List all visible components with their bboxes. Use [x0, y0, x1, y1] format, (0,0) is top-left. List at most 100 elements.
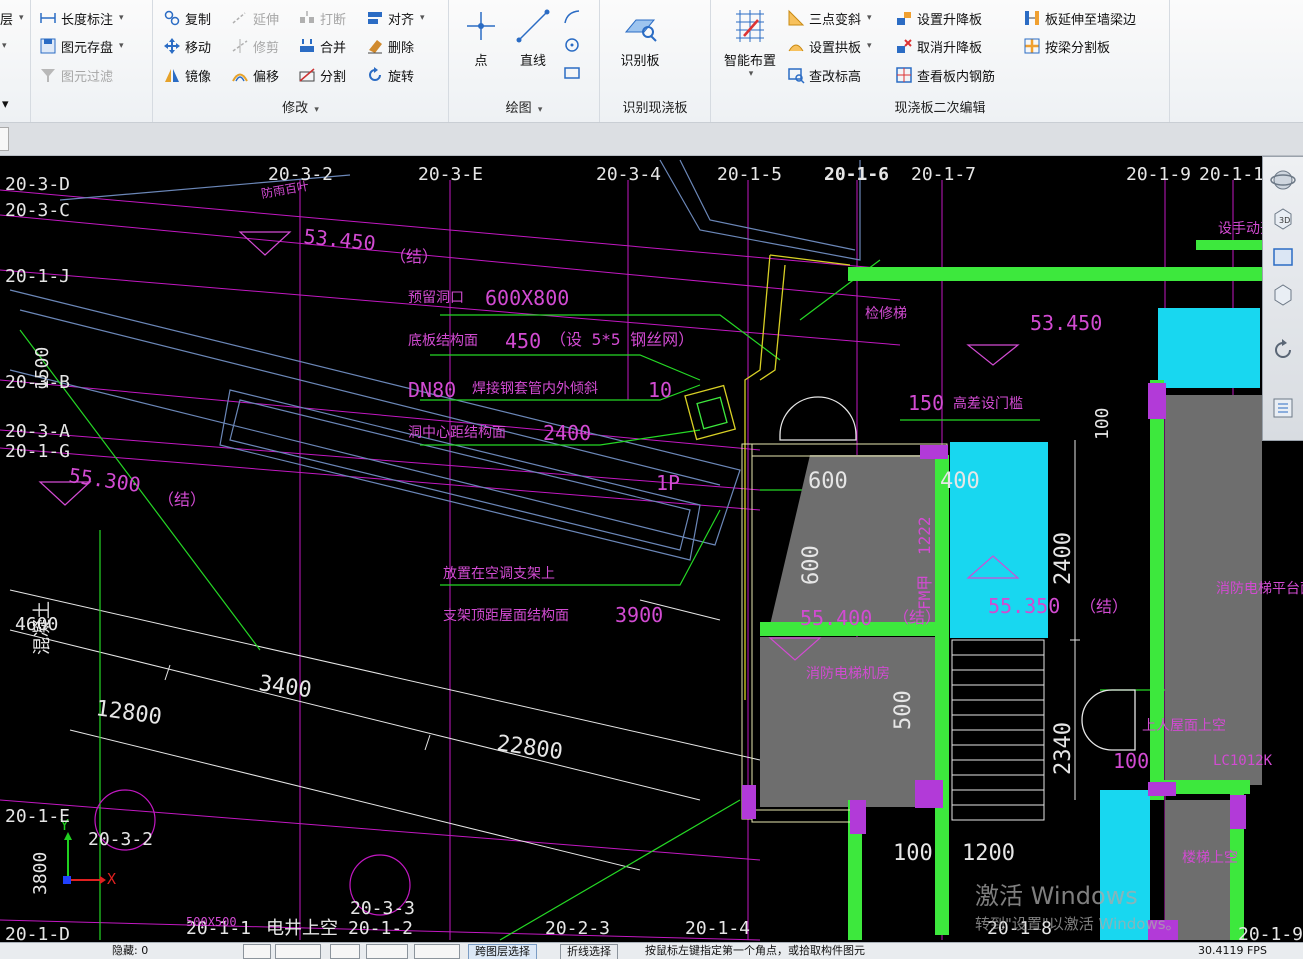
dimension-label: 600X800 [485, 286, 569, 310]
rectangle-button[interactable] [563, 61, 581, 85]
circle-button[interactable] [563, 33, 581, 57]
layer-button[interactable]: 层 ▾ [0, 6, 24, 30]
copy-button[interactable]: 复制 [163, 6, 211, 30]
merge-icon [298, 37, 316, 55]
axis-label-left: 20-1-J [5, 266, 70, 287]
element-save-button[interactable]: 图元存盘 ▾ [39, 34, 124, 58]
arch-slab-icon [787, 37, 805, 55]
status-toggle-5[interactable] [414, 944, 460, 959]
status-bar: 隐藏: 0 跨图层选择 折线选择 按鼠标左键指定第一个角点，或拾取构件图元 30… [0, 942, 1303, 959]
set-raise-slab-button[interactable]: 设置升降板 [895, 6, 982, 30]
partial-group-expand[interactable]: ▾ [2, 92, 9, 116]
split-label: 分割 [320, 69, 347, 85]
axis-label-top: 20-3-E [418, 164, 483, 185]
elevation-label: 55.350 [988, 594, 1060, 618]
extend-button[interactable]: 延伸 [231, 6, 279, 30]
orbit-button[interactable] [1267, 167, 1299, 197]
move-button[interactable]: 移动 [163, 34, 211, 58]
top-view-button[interactable] [1267, 243, 1299, 273]
cross-layer-select-toggle[interactable]: 跨图层选择 [468, 944, 537, 959]
circle-icon [563, 36, 581, 54]
axis-tag-text: 20-3-2 [88, 829, 153, 850]
room-label: 消防电梯机房 [806, 666, 890, 682]
merge-button[interactable]: 合并 [298, 34, 346, 58]
cancel-raise-slab-button[interactable]: 取消升降板 [895, 34, 982, 58]
set-arch-slab-button[interactable]: 设置拱板 ▾ [787, 34, 872, 58]
element-filter-button[interactable]: 图元过滤 [39, 63, 113, 87]
dimension-label: 3900 [615, 603, 663, 627]
plan-view-icon [1270, 243, 1296, 273]
note-label: 放置在空调支架上 [443, 566, 555, 582]
axis-label-top: 20-3-4 [596, 164, 661, 185]
extend-slab-to-wall-button[interactable]: 板延伸至墙梁边 [1023, 6, 1136, 30]
draw-group-title[interactable]: 绘图 ▾ [449, 97, 599, 116]
line-button[interactable]: 直线 [511, 6, 555, 69]
smart-layout-button[interactable]: 智能布置 ▾ [715, 6, 785, 79]
trim-icon [231, 37, 249, 55]
door-label: FM甲 [915, 575, 934, 610]
view-settings-button[interactable] [1267, 395, 1299, 425]
note-label: 1P [656, 471, 680, 495]
cad-drawing-canvas[interactable]: X Y 20-3-2 20-3-E 20-3-4 20-1-5 20-1-6 2… [0, 156, 1303, 942]
line-icon [513, 6, 553, 46]
break-button[interactable]: 打断 [298, 6, 346, 30]
note-label: LC1012K [1213, 753, 1273, 769]
delete-button[interactable]: 删除 [366, 34, 414, 58]
break-icon [298, 9, 316, 27]
offset-button[interactable]: 偏移 [231, 63, 279, 87]
trim-button[interactable]: 修剪 [231, 34, 279, 58]
raise-slab-icon [895, 9, 913, 27]
dimension-label: 1500 [32, 347, 53, 390]
dimension-label: 600 [799, 545, 824, 585]
axis-label-top: 20-1-1 [1199, 164, 1264, 185]
axis-label-bottom: 20-1-8 [987, 918, 1052, 939]
align-button[interactable]: 对齐 ▾ [366, 6, 425, 30]
rotate-view-button[interactable] [1267, 337, 1299, 367]
note-label: 高差设门槛 [953, 395, 1023, 412]
panel-collapse-tab[interactable] [0, 127, 9, 151]
split-button[interactable]: 分割 [298, 63, 346, 87]
delete-label: 删除 [388, 40, 415, 56]
smart-layout-label: 智能布置 [723, 54, 776, 69]
status-toggle-4[interactable] [366, 944, 408, 959]
status-toggle-3[interactable] [330, 944, 360, 959]
recognize-slab-button[interactable]: 识别板 [608, 6, 672, 69]
cad-drawing-svg[interactable]: X Y 20-3-2 20-3-E 20-3-4 20-1-5 20-1-6 2… [0, 156, 1303, 942]
check-elevation-button[interactable]: 查改标高 [787, 63, 861, 87]
note-label: 消防电梯平台面 [1216, 581, 1303, 597]
ribbon-group-annotate: 长度标注 ▾ 图元存盘 ▾ 图元过滤 [31, 0, 153, 122]
check-elevation-label: 查改标高 [809, 69, 862, 85]
smart-layout-dropdown[interactable]: ▾ [717, 69, 785, 79]
modify-group-title[interactable]: 修改 ▾ [153, 97, 448, 116]
cube-3d-icon: 3D [1270, 205, 1296, 235]
ribbon-group-slab-edit: 智能布置 ▾ 三点变斜 ▾ 设置拱板 ▾ 查改标高 设置升降板 取消升降板 查看板内… [711, 0, 1170, 122]
polyline-select-toggle[interactable]: 折线选择 [560, 944, 618, 959]
three-point-slope-button[interactable]: 三点变斜 ▾ [787, 6, 872, 30]
note-label: 500X500 [186, 915, 237, 929]
length-dimension-button[interactable]: 长度标注 ▾ [39, 6, 124, 30]
rotate-button[interactable]: 旋转 [366, 63, 414, 87]
window-label: 100 [1113, 749, 1149, 773]
3d-view-button[interactable]: 3D [1267, 205, 1299, 235]
point-button[interactable]: 点 [459, 6, 503, 69]
partial-dropdown[interactable]: ▾ [0, 34, 7, 58]
draw-group-title-text: 绘图 [505, 101, 532, 116]
note-label: 楼梯上空 [1182, 850, 1238, 866]
refresh-icon [1270, 337, 1296, 367]
note-label: （结） [158, 490, 206, 509]
status-toggle-1[interactable] [243, 944, 271, 959]
arc-button[interactable] [563, 5, 581, 29]
status-toggle-2[interactable] [275, 944, 321, 959]
rotated-slab-outlines [9, 159, 861, 561]
mirror-icon [163, 66, 181, 84]
rotate-icon [366, 66, 384, 84]
dimension-label: 100 [893, 841, 933, 866]
split-slab-by-beam-button[interactable]: 按梁分割板 [1023, 34, 1110, 58]
box-view-button[interactable] [1267, 281, 1299, 311]
mirror-button[interactable]: 镜像 [163, 63, 211, 87]
recognize-slab-label: 识别板 [620, 54, 660, 69]
eraser-icon [366, 37, 384, 55]
view-rebar-button[interactable]: 查看板内钢筋 [895, 63, 995, 87]
filter-icon [39, 66, 57, 84]
save-disk-icon [39, 37, 57, 55]
